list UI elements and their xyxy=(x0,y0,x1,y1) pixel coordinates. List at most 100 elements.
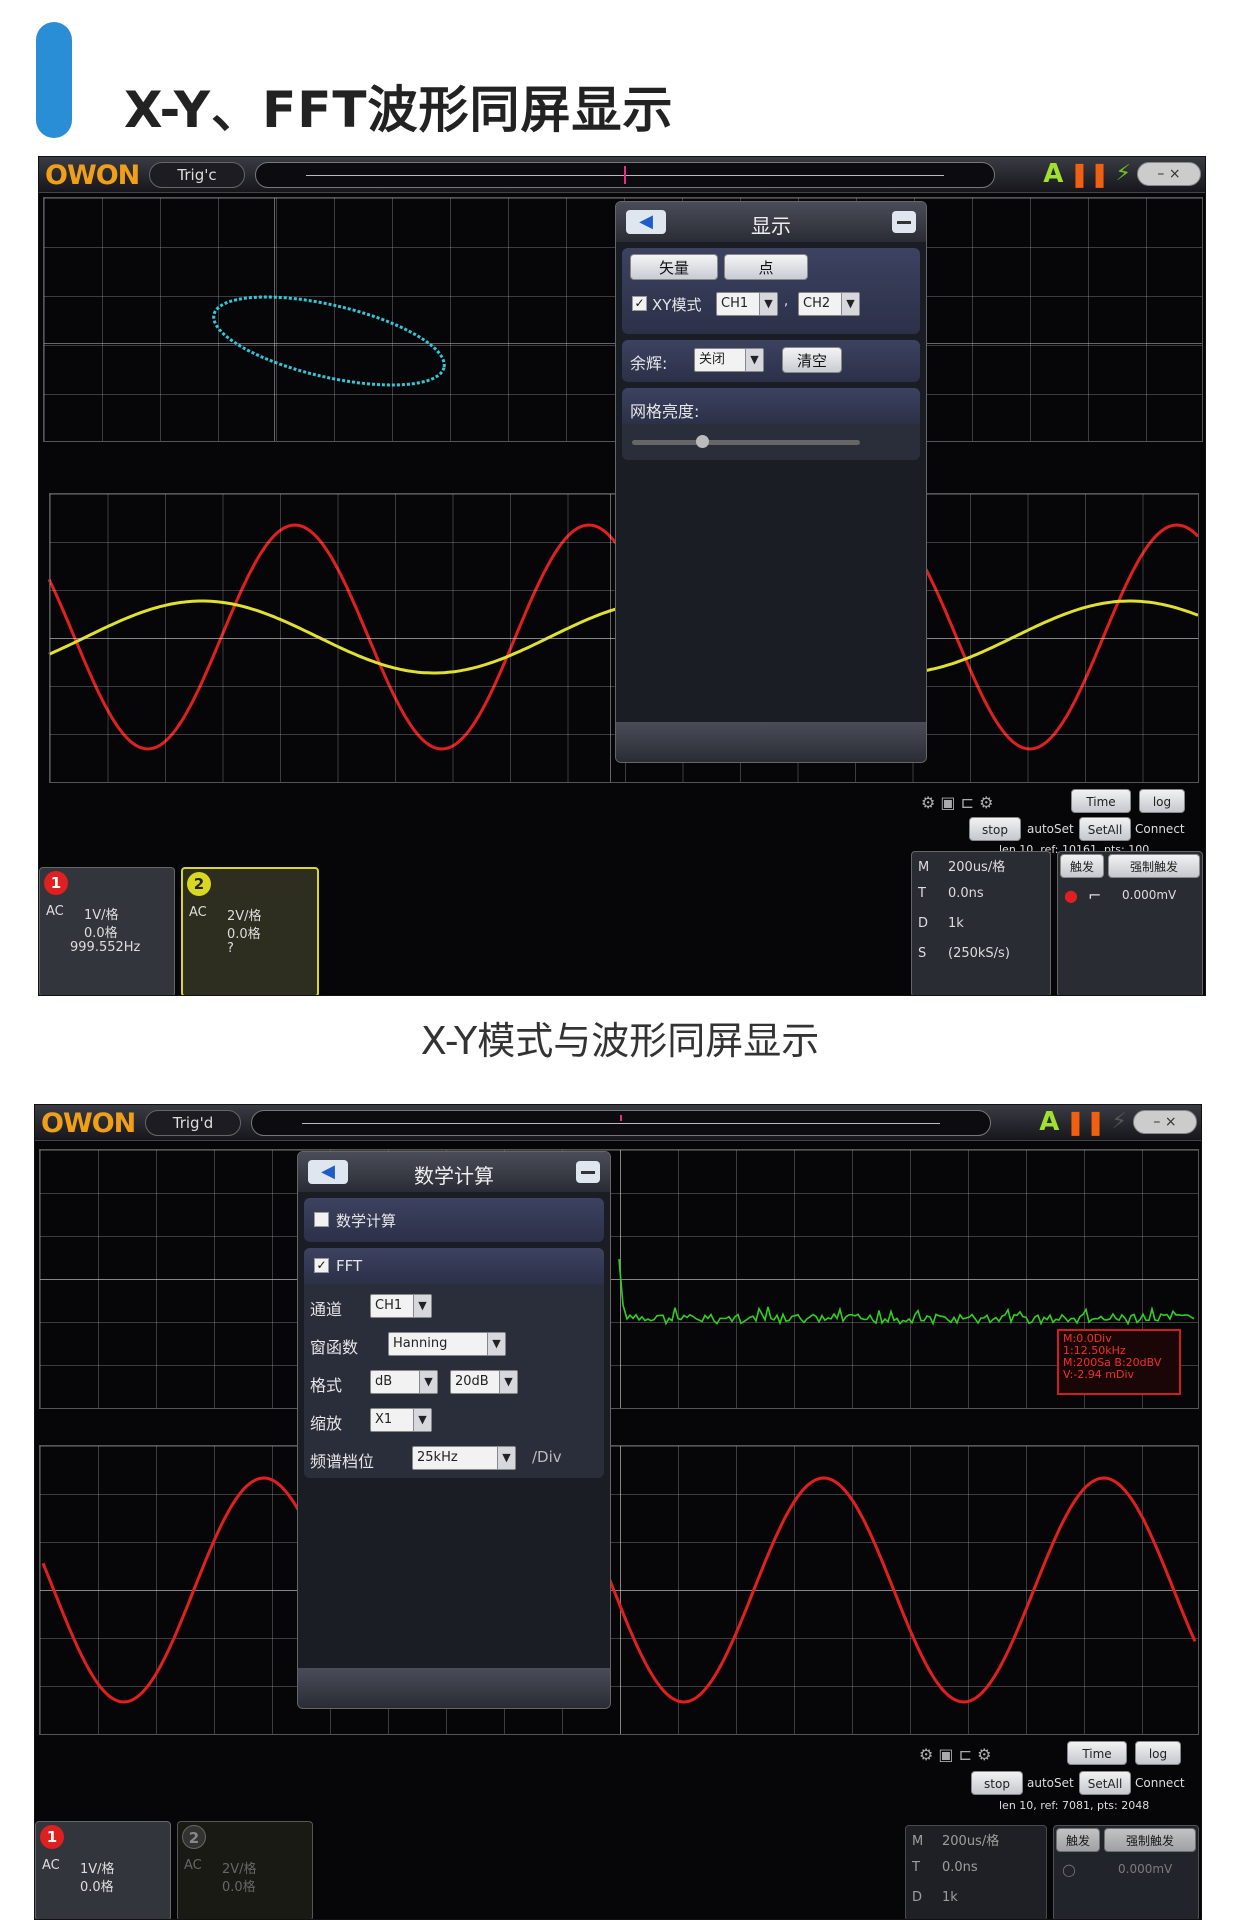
ch2-badge: 2 xyxy=(187,872,211,896)
slider-knob[interactable] xyxy=(696,435,709,448)
fft-checkbox[interactable]: ✓ xyxy=(314,1258,329,1273)
display-panel: ◀ 显示 矢量 点 ✓ XY模式 CH1 ▼ , CH2 ▼ 余辉: 关闭 ▼ 清空 … xyxy=(615,201,927,763)
chevron-down-icon: ▼ xyxy=(419,1371,437,1393)
zoom-select[interactable]: X1 ▼ xyxy=(370,1408,432,1432)
panel-footer xyxy=(616,722,926,762)
ch1-offset: 0.0格 xyxy=(80,1880,114,1895)
grid-brightness-slider[interactable] xyxy=(632,435,860,448)
format-select[interactable]: dB ▼ xyxy=(370,1370,438,1394)
ch2-offset: 0.0格 xyxy=(227,927,261,942)
fft-label: FFT xyxy=(336,1257,363,1275)
spectrum-select[interactable]: 25kHz ▼ xyxy=(412,1446,516,1470)
autoset-label[interactable]: autoSet xyxy=(1027,1776,1074,1790)
xy-mode-label: XY模式 xyxy=(652,296,702,314)
force-trigger-button[interactable]: 强制触发 xyxy=(1104,1828,1196,1852)
timebase-box[interactable]: M 200us/格 T 0.0ns D 1k xyxy=(905,1825,1047,1919)
connect-label[interactable]: Connect xyxy=(1135,1776,1185,1790)
math-label: 数学计算 xyxy=(336,1212,397,1230)
xy-channel-b-select[interactable]: CH2 ▼ xyxy=(798,292,860,316)
caption-xy: X-Y模式与波形同屏显示 xyxy=(420,1019,820,1063)
timebase-row: M 200us/格 xyxy=(918,860,1006,875)
trigger-box[interactable]: 触发 强制触发 ○ 0.000mV xyxy=(1053,1825,1199,1919)
ch1-badge: 1 xyxy=(44,871,68,895)
fft-info-box: M:0.0Div 1:12.50kHz M:200Sa B:20dBV V:-2… xyxy=(1057,1329,1181,1395)
accent-bar xyxy=(36,22,72,138)
force-trigger-button[interactable]: 强制触发 xyxy=(1108,854,1200,878)
math-checkbox[interactable] xyxy=(314,1212,329,1227)
timebase-box[interactable]: M 200us/格 T 0.0ns D 1k S (250kS/s) xyxy=(911,851,1051,995)
panel-header: ◀ 显示 xyxy=(616,202,926,242)
ch2-extra: ? xyxy=(227,941,234,956)
chevron-down-icon: ▼ xyxy=(841,293,859,315)
log-button[interactable]: log xyxy=(1139,789,1185,813)
timebase-row: D 1k xyxy=(918,916,964,931)
stop-button[interactable]: stop xyxy=(969,817,1021,841)
ch2-badge: 2 xyxy=(182,1825,206,1849)
autoset-label[interactable]: autoSet xyxy=(1027,822,1074,836)
connect-label[interactable]: Connect xyxy=(1135,822,1185,836)
ch2-scale: 2V/格 xyxy=(227,909,262,924)
persistence-label: 余辉: xyxy=(630,354,668,373)
db-scale-select[interactable]: 20dB ▼ xyxy=(450,1370,518,1394)
window-function-select[interactable]: Hanning ▼ xyxy=(388,1332,506,1356)
math-section: 数学计算 xyxy=(304,1198,604,1242)
panel-title: 数学计算 xyxy=(414,1164,494,1188)
persistence-section: 余辉: 关闭 ▼ 清空 xyxy=(622,340,920,382)
persistence-select[interactable]: 关闭 ▼ xyxy=(694,348,764,372)
chevron-down-icon: ▼ xyxy=(745,349,763,371)
scope-window-xy: OWON Trig'c A ❚❚ ⚡ – × ◀ 显示 矢量 点 ✓ XY模式 … xyxy=(38,156,1206,996)
chevron-down-icon: ▼ xyxy=(413,1409,431,1431)
chevron-down-icon: ▼ xyxy=(497,1447,515,1469)
trigger-box[interactable]: 触发 强制触发 ● ⌐ 0.000mV xyxy=(1057,851,1203,995)
ch2-coupling: AC xyxy=(189,905,207,920)
setall-button[interactable]: SetAll xyxy=(1079,1771,1131,1795)
minimize-icon[interactable] xyxy=(576,1161,600,1183)
ch1-scale: 1V/格 xyxy=(80,1862,115,1877)
setall-button[interactable]: SetAll xyxy=(1079,817,1131,841)
ch2-offset: 0.0格 xyxy=(222,1880,256,1895)
ch1-frequency: 999.552Hz xyxy=(70,940,141,955)
stop-button[interactable]: stop xyxy=(971,1771,1023,1795)
fft-channel-select[interactable]: CH1 ▼ xyxy=(370,1294,432,1318)
rising-edge-icon: ⌐ xyxy=(1088,886,1102,905)
chevron-down-icon: ▼ xyxy=(487,1333,505,1355)
fft-spectrum-trace xyxy=(618,1258,1195,1326)
fft-section: ✓ FFT 通道 CH1 ▼ 窗函数 Hanning ▼ 格式 dB ▼ 20dB ▼ … xyxy=(304,1248,604,1478)
time-button[interactable]: Time xyxy=(1071,789,1131,813)
fft-info-line: V:-2.94 mDiv xyxy=(1063,1368,1135,1381)
ch1-coupling: AC xyxy=(42,1858,60,1873)
minimize-icon[interactable] xyxy=(892,211,916,233)
display-mode-section: 矢量 点 ✓ XY模式 CH1 ▼ , CH2 ▼ xyxy=(622,248,920,334)
ch2-scale: 2V/格 xyxy=(222,1862,257,1877)
time-button[interactable]: Time xyxy=(1067,1741,1127,1765)
ch2-coupling: AC xyxy=(184,1858,202,1873)
trigger-level: 0.000mV xyxy=(1122,888,1177,902)
format-label: 格式 xyxy=(310,1376,343,1395)
dot-button[interactable]: 点 xyxy=(724,254,808,280)
clear-button[interactable]: 清空 xyxy=(782,347,842,373)
panel-title: 显示 xyxy=(751,214,791,238)
trigger-button[interactable]: 触发 xyxy=(1056,1828,1100,1852)
timebase-row: M 200us/格 xyxy=(912,1834,1000,1849)
ch1-info-box[interactable]: 1 AC 1V/格 0.0格 xyxy=(35,1821,171,1919)
vector-button[interactable]: 矢量 xyxy=(630,254,718,280)
memory-info: len 10, ref: 7081, pts: 2048 xyxy=(999,1799,1150,1812)
trigger-button[interactable]: 触发 xyxy=(1060,854,1104,878)
xy-channel-a-select[interactable]: CH1 ▼ xyxy=(716,292,778,316)
spectrum-label: 频谱档位 xyxy=(310,1452,375,1471)
xy-mode-checkbox[interactable]: ✓ xyxy=(632,296,647,311)
ch1-offset: 0.0格 xyxy=(84,926,118,941)
tool-icons[interactable]: ⚙ ▣ ⊏ ⚙ xyxy=(921,793,993,812)
ch2-info-box[interactable]: 2 AC 2V/格 0.0格 xyxy=(177,1821,313,1919)
ch1-coupling: AC xyxy=(46,904,64,919)
page-heading: X-Y、FFT波形同屏显示 xyxy=(124,81,674,139)
xy-lissajous-trace xyxy=(212,295,446,387)
log-button[interactable]: log xyxy=(1135,1741,1181,1765)
ch2-info-box[interactable]: 2 AC 2V/格 0.0格 ? xyxy=(181,867,319,995)
grid-brightness-section: 网格亮度: xyxy=(622,388,920,460)
grid-brightness-label: 网格亮度: xyxy=(630,402,700,421)
tool-icons[interactable]: ⚙ ▣ ⊏ ⚙ xyxy=(919,1745,991,1764)
timebase-row: D 1k xyxy=(912,1890,958,1905)
panel-footer xyxy=(298,1668,610,1708)
ch1-info-box[interactable]: 1 AC 1V/格 0.0格 999.552Hz xyxy=(39,867,175,995)
